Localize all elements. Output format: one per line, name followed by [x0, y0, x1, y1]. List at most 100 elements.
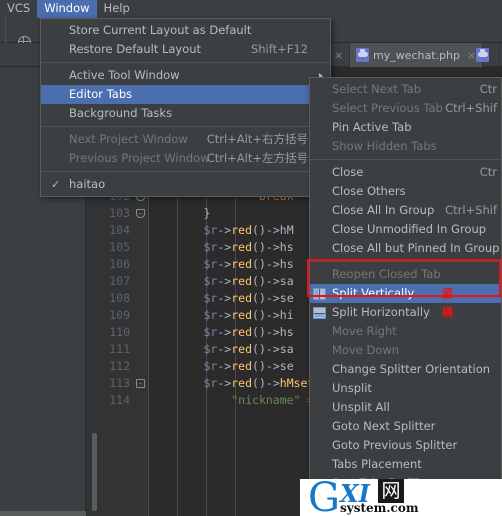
menu-item-label: Close All In Group — [332, 203, 435, 217]
window-menu-item-haitao[interactable]: ✓ haitao — [41, 175, 330, 194]
editor-scrollbar-horizontal[interactable] — [0, 511, 86, 516]
tabs-menu-item-close-all-but-pinned-in-group[interactable]: Close All but Pinned In Group — [310, 239, 501, 258]
tabs-menu-item-split-vertically[interactable]: Split Vertically 竖 — [310, 284, 501, 303]
check-icon: ✓ — [51, 178, 61, 191]
menu-item-label: Tabs Placement — [332, 457, 422, 471]
line-number: 108 — [109, 291, 130, 305]
editor-scrollbar-vertical[interactable] — [92, 433, 97, 511]
fold-marker[interactable]: – — [136, 379, 145, 388]
tabs-menu-item-reopen-closed-tab[interactable]: Reopen Closed Tab — [310, 265, 501, 284]
menu-item-label: Split Vertically — [332, 286, 415, 300]
annotation-label: 竖 — [442, 287, 453, 300]
code-line[interactable]: $r->red()->hs — [148, 239, 294, 256]
menubar-item-window[interactable]: Window — [37, 0, 97, 18]
menu-item-label: Select Previous Tab — [332, 101, 443, 115]
menu-separator — [310, 261, 501, 262]
fold-marker[interactable]: – — [136, 209, 145, 218]
close-icon[interactable]: × — [334, 49, 343, 62]
menu-item-label: Restore Default Layout — [69, 42, 202, 56]
tabs-menu-item-tabs-placement[interactable]: Tabs Placement — [310, 455, 501, 474]
line-number: 113 — [109, 376, 130, 390]
code-line[interactable]: $r->red()->se — [148, 358, 294, 375]
window-menu-item-background-tasks[interactable]: Background Tasks — [41, 104, 330, 123]
menu-item-label: Close Others — [332, 184, 406, 198]
line-number: 110 — [109, 325, 130, 339]
split-vertical-icon — [313, 287, 326, 300]
tabs-menu-item-move-down[interactable]: Move Down — [310, 341, 501, 360]
menu-item-label: Close All but Pinned In Group — [332, 241, 500, 255]
window-menu-item-next-project-window[interactable]: Next Project Window Ctrl+Alt+右方括号 — [41, 130, 330, 149]
line-number: 105 — [109, 240, 130, 254]
menu-item-label: Select Next Tab — [332, 82, 422, 96]
menu-item-label: Move Right — [332, 324, 397, 338]
editor-tab[interactable] — [470, 43, 500, 67]
code-line[interactable]: $r->red()->sa — [148, 273, 294, 290]
menu-item-label: Unsplit — [332, 381, 372, 395]
menubar-item-help[interactable]: Help — [97, 0, 137, 18]
editor-tab-label: my_wechat.php — [373, 48, 460, 62]
menu-item-label: Goto Previous Splitter — [332, 438, 458, 452]
watermark-char-wang: 网 — [378, 479, 404, 503]
toolbar-separator — [5, 18, 6, 43]
tabs-menu-item-show-hidden-tabs[interactable]: Show Hidden Tabs — [310, 137, 501, 156]
window-menu-item-store-current-layout-as-default[interactable]: Store Current Layout as Default — [41, 21, 330, 40]
menu-item-label: Reopen Closed Tab — [332, 267, 441, 281]
tabs-menu-item-close-others[interactable]: Close Others — [310, 182, 501, 201]
menu-item-shortcut: Ctrl+Alt+左方括号 — [206, 151, 308, 165]
php-file-icon — [476, 48, 489, 62]
code-line[interactable]: $r->red()->sa — [148, 341, 294, 358]
tabs-menu-item-unsplit[interactable]: Unsplit — [310, 379, 501, 398]
menubar-item-vcs[interactable]: VCS — [0, 0, 37, 18]
code-line[interactable]: } — [148, 205, 211, 222]
tabs-menu-item-select-previous-tab[interactable]: Select Previous Tab Ctrl+Shif — [310, 99, 501, 118]
tabs-menu-item-change-splitter-orientation[interactable]: Change Splitter Orientation — [310, 360, 501, 379]
php-file-icon — [356, 48, 369, 62]
window-menu-item-editor-tabs[interactable]: Editor Tabs — [41, 85, 330, 104]
split-horizontal-icon — [313, 306, 326, 319]
menu-item-label: Close — [332, 165, 364, 179]
window-menu-item-restore-default-layout[interactable]: Restore Default Layout Shift+F12 — [41, 40, 330, 59]
tabs-menu-item-close[interactable]: Close Ctr — [310, 163, 501, 182]
tabs-menu-item-select-next-tab[interactable]: Select Next Tab Ctr — [310, 80, 501, 99]
tabs-menu-item-close-unmodified-in-group[interactable]: Close Unmodified In Group — [310, 220, 501, 239]
code-line[interactable]: $r->red()->hs — [148, 256, 294, 273]
code-line[interactable]: $r->red()->hM — [148, 222, 294, 239]
tabs-menu-item-goto-previous-splitter[interactable]: Goto Previous Splitter — [310, 436, 501, 455]
line-number: 112 — [109, 359, 130, 373]
menu-item-label: Next Project Window — [69, 132, 188, 146]
menu-item-label: Active Tool Window — [69, 68, 180, 82]
line-number: 109 — [109, 308, 130, 322]
menu-item-shortcut: Shift+F12 — [250, 42, 308, 56]
line-number: 111 — [109, 342, 130, 356]
menu-item-shortcut: Ctr — [479, 82, 497, 96]
menu-item-label: Background Tasks — [69, 106, 173, 120]
code-line[interactable]: $r->red()->hs — [148, 324, 294, 341]
menu-item-label: Move Down — [332, 343, 400, 357]
code-line[interactable]: $r->red()->hi — [148, 307, 294, 324]
code-line[interactable]: $r->red()->se — [148, 290, 294, 307]
menu-item-shortcut: Ctrl+Alt+右方括号 — [206, 132, 308, 146]
tabs-menu-item-pin-active-tab[interactable]: Pin Active Tab — [310, 118, 501, 137]
window-menu[interactable]: Store Current Layout as Default Restore D… — [40, 18, 331, 197]
menu-item-shortcut: Ctrl+Shif — [445, 101, 497, 115]
tabs-menu-item-move-right[interactable]: Move Right — [310, 322, 501, 341]
tabs-menu-item-unsplit-all[interactable]: Unsplit All — [310, 398, 501, 417]
menu-item-label: Show Hidden Tabs — [332, 139, 437, 153]
menu-item-label: Unsplit All — [332, 400, 390, 414]
window-menu-item-active-tool-window[interactable]: Active Tool Window — [41, 66, 330, 85]
window-menu-item-previous-project-window[interactable]: Previous Project Window Ctrl+Alt+左方括号 — [41, 149, 330, 168]
menu-separator — [41, 171, 330, 172]
tabs-menu-item-goto-next-splitter[interactable]: Goto Next Splitter — [310, 417, 501, 436]
editor-tab-selected[interactable]: my_wechat.php × — [350, 43, 484, 67]
line-number: 104 — [109, 223, 130, 237]
menu-item-label: Split Horizontally — [332, 305, 430, 319]
menu-separator — [310, 159, 501, 160]
line-number: 107 — [109, 274, 130, 288]
line-number: 106 — [109, 257, 130, 271]
watermark-logo: G XI 网 system.com — [300, 479, 502, 516]
annotation-label: 横 — [442, 306, 453, 319]
tabs-menu-item-split-horizontally[interactable]: Split Horizontally 横 — [310, 303, 501, 322]
tabs-menu-item-close-all-in-group[interactable]: Close All In Group Ctrl+Shif — [310, 201, 501, 220]
editor-tabs-submenu[interactable]: Select Next Tab Ctr Select Previous Tab Ctr… — [309, 77, 502, 515]
line-number: 103 — [109, 206, 130, 220]
